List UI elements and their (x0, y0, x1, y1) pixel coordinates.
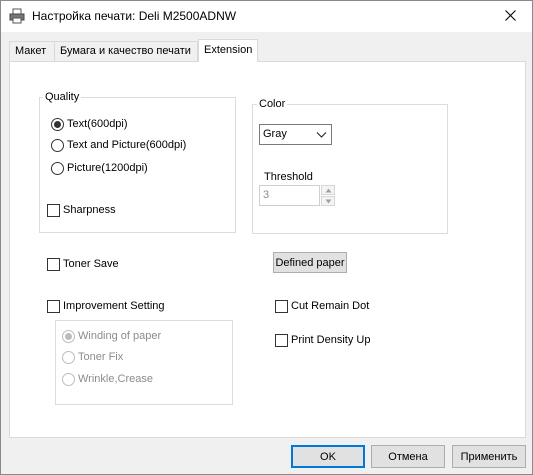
ok-button[interactable]: OK (291, 445, 365, 468)
toner-fix-label: Toner Fix (78, 351, 124, 363)
cancel-button[interactable]: Отмена (371, 445, 445, 468)
print-density-up-checkbox[interactable] (275, 334, 288, 347)
threshold-input[interactable]: 3 (259, 185, 320, 206)
quality-text-radio[interactable] (51, 118, 64, 131)
print-density-up-label: Print Density Up (291, 334, 371, 346)
quality-text-picture-label: Text and Picture(600dpi) (67, 139, 187, 151)
quality-picture-label: Picture(1200dpi) (67, 162, 148, 174)
wrinkle-crease-radio[interactable] (62, 373, 75, 386)
printer-icon (9, 8, 25, 24)
quality-group-label: Quality (43, 91, 82, 103)
color-select[interactable]: Gray (259, 124, 332, 145)
tab-extension[interactable]: Extension (198, 39, 258, 62)
toner-fix-radio[interactable] (62, 351, 75, 364)
toner-save-label: Toner Save (63, 258, 119, 270)
title-bar: Настройка печати: Deli M2500ADNW (1, 1, 532, 32)
quality-text-label: Text(600dpi) (67, 118, 128, 130)
spin-up-button[interactable] (321, 185, 335, 195)
caret-up-icon (325, 188, 331, 192)
color-select-value: Gray (263, 128, 287, 140)
threshold-value: 3 (263, 189, 270, 201)
quality-text-picture-radio[interactable] (51, 139, 64, 152)
close-button[interactable] (488, 1, 532, 32)
defined-paper-button[interactable]: Defined paper (273, 252, 347, 273)
improvement-setting-label: Improvement Setting (63, 300, 165, 312)
toner-save-checkbox[interactable] (47, 258, 60, 271)
sharpness-checkbox[interactable] (47, 204, 60, 217)
tab-paper-quality[interactable]: Бумага и качество печати (54, 41, 198, 61)
winding-of-paper-label: Winding of paper (78, 330, 162, 342)
apply-button[interactable]: Применить (452, 445, 526, 468)
winding-of-paper-radio[interactable] (62, 330, 75, 343)
chevron-down-icon (316, 130, 327, 142)
print-settings-window: Настройка печати: Deli M2500ADNW Макет Б… (0, 0, 533, 475)
tab-layout[interactable]: Макет (9, 41, 55, 61)
improvement-setting-checkbox[interactable] (47, 300, 60, 313)
spin-down-button[interactable] (321, 196, 335, 206)
caret-down-icon (325, 199, 331, 203)
cut-remain-dot-label: Cut Remain Dot (291, 300, 370, 312)
close-icon (504, 9, 516, 24)
cut-remain-dot-checkbox[interactable] (275, 300, 288, 313)
wrinkle-crease-label: Wrinkle,Crease (78, 373, 153, 385)
window-title: Настройка печати: Deli M2500ADNW (32, 9, 237, 23)
threshold-label: Threshold (264, 171, 313, 183)
sharpness-label: Sharpness (63, 204, 116, 216)
threshold-spinner (321, 185, 335, 206)
color-group-label: Color (257, 98, 288, 110)
quality-picture-radio[interactable] (51, 162, 64, 175)
